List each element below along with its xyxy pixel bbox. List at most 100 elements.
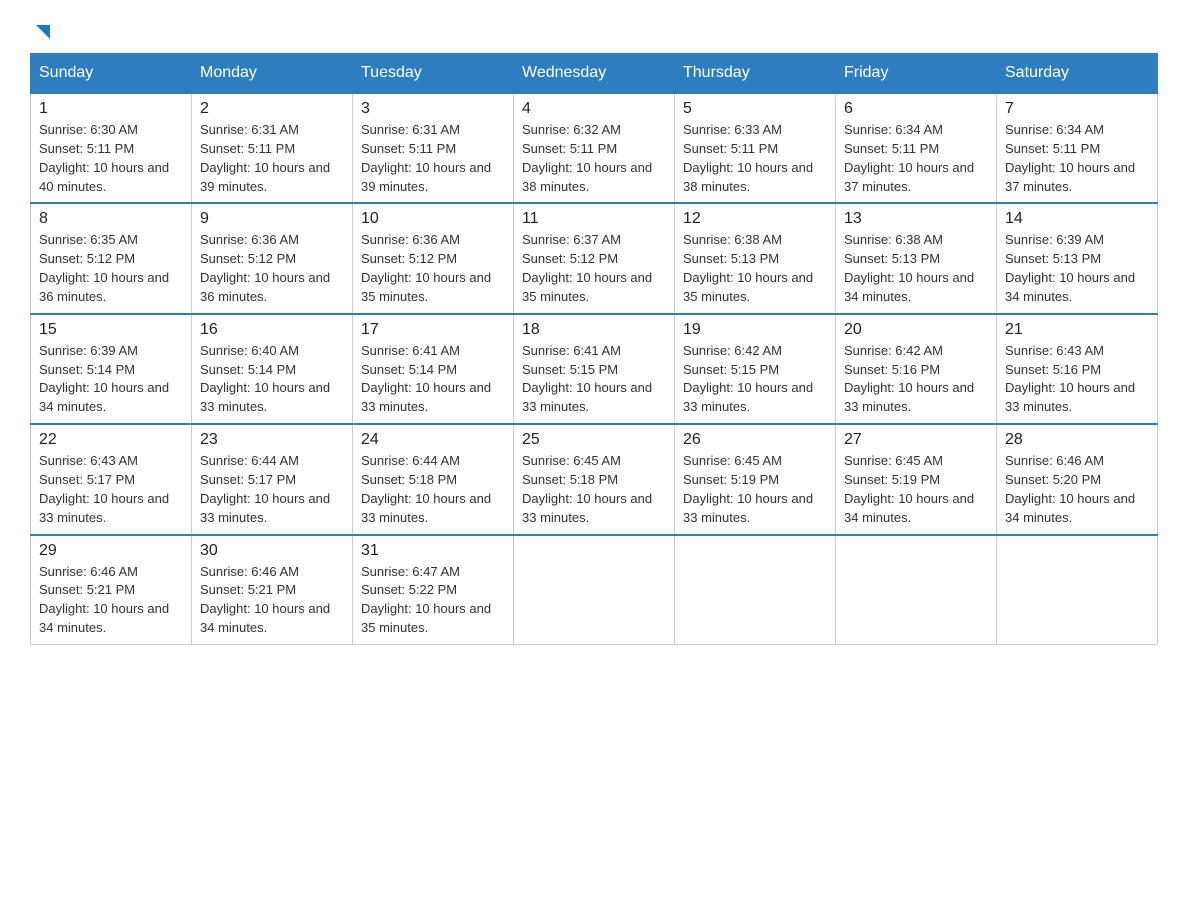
day-info: Sunrise: 6:43 AMSunset: 5:17 PMDaylight:… bbox=[39, 452, 183, 527]
day-info: Sunrise: 6:36 AMSunset: 5:12 PMDaylight:… bbox=[200, 231, 344, 306]
calendar-cell: 18 Sunrise: 6:41 AMSunset: 5:15 PMDaylig… bbox=[514, 314, 675, 424]
day-number: 28 bbox=[1005, 431, 1149, 449]
calendar-table: SundayMondayTuesdayWednesdayThursdayFrid… bbox=[30, 53, 1158, 645]
calendar-cell: 26 Sunrise: 6:45 AMSunset: 5:19 PMDaylig… bbox=[675, 424, 836, 534]
week-row-1: 1 Sunrise: 6:30 AMSunset: 5:11 PMDayligh… bbox=[31, 93, 1158, 203]
day-info: Sunrise: 6:41 AMSunset: 5:14 PMDaylight:… bbox=[361, 342, 505, 417]
calendar-cell: 1 Sunrise: 6:30 AMSunset: 5:11 PMDayligh… bbox=[31, 93, 192, 203]
day-info: Sunrise: 6:44 AMSunset: 5:17 PMDaylight:… bbox=[200, 452, 344, 527]
day-number: 19 bbox=[683, 321, 827, 339]
calendar-cell: 31 Sunrise: 6:47 AMSunset: 5:22 PMDaylig… bbox=[353, 535, 514, 645]
day-number: 23 bbox=[200, 431, 344, 449]
page-header bbox=[30, 20, 1158, 43]
calendar-cell: 11 Sunrise: 6:37 AMSunset: 5:12 PMDaylig… bbox=[514, 203, 675, 313]
day-info: Sunrise: 6:36 AMSunset: 5:12 PMDaylight:… bbox=[361, 231, 505, 306]
calendar-cell: 20 Sunrise: 6:42 AMSunset: 5:16 PMDaylig… bbox=[836, 314, 997, 424]
day-number: 2 bbox=[200, 100, 344, 118]
calendar-cell: 24 Sunrise: 6:44 AMSunset: 5:18 PMDaylig… bbox=[353, 424, 514, 534]
day-number: 24 bbox=[361, 431, 505, 449]
day-number: 6 bbox=[844, 100, 988, 118]
calendar-cell: 5 Sunrise: 6:33 AMSunset: 5:11 PMDayligh… bbox=[675, 93, 836, 203]
day-number: 31 bbox=[361, 542, 505, 560]
header-sunday: Sunday bbox=[31, 54, 192, 94]
day-info: Sunrise: 6:34 AMSunset: 5:11 PMDaylight:… bbox=[1005, 121, 1149, 196]
calendar-cell: 21 Sunrise: 6:43 AMSunset: 5:16 PMDaylig… bbox=[997, 314, 1158, 424]
day-number: 5 bbox=[683, 100, 827, 118]
header-saturday: Saturday bbox=[997, 54, 1158, 94]
calendar-cell: 10 Sunrise: 6:36 AMSunset: 5:12 PMDaylig… bbox=[353, 203, 514, 313]
calendar-cell: 27 Sunrise: 6:45 AMSunset: 5:19 PMDaylig… bbox=[836, 424, 997, 534]
day-number: 26 bbox=[683, 431, 827, 449]
calendar-cell: 15 Sunrise: 6:39 AMSunset: 5:14 PMDaylig… bbox=[31, 314, 192, 424]
day-number: 10 bbox=[361, 210, 505, 228]
day-info: Sunrise: 6:47 AMSunset: 5:22 PMDaylight:… bbox=[361, 563, 505, 638]
day-info: Sunrise: 6:39 AMSunset: 5:14 PMDaylight:… bbox=[39, 342, 183, 417]
day-info: Sunrise: 6:45 AMSunset: 5:19 PMDaylight:… bbox=[844, 452, 988, 527]
day-number: 29 bbox=[39, 542, 183, 560]
day-number: 12 bbox=[683, 210, 827, 228]
calendar-cell bbox=[675, 535, 836, 645]
day-info: Sunrise: 6:46 AMSunset: 5:21 PMDaylight:… bbox=[200, 563, 344, 638]
week-row-5: 29 Sunrise: 6:46 AMSunset: 5:21 PMDaylig… bbox=[31, 535, 1158, 645]
day-number: 7 bbox=[1005, 100, 1149, 118]
week-row-3: 15 Sunrise: 6:39 AMSunset: 5:14 PMDaylig… bbox=[31, 314, 1158, 424]
logo-arrow-icon bbox=[32, 21, 54, 43]
day-info: Sunrise: 6:45 AMSunset: 5:19 PMDaylight:… bbox=[683, 452, 827, 527]
calendar-cell: 23 Sunrise: 6:44 AMSunset: 5:17 PMDaylig… bbox=[192, 424, 353, 534]
day-number: 11 bbox=[522, 210, 666, 228]
calendar-cell: 2 Sunrise: 6:31 AMSunset: 5:11 PMDayligh… bbox=[192, 93, 353, 203]
calendar-cell: 19 Sunrise: 6:42 AMSunset: 5:15 PMDaylig… bbox=[675, 314, 836, 424]
header-thursday: Thursday bbox=[675, 54, 836, 94]
calendar-cell: 29 Sunrise: 6:46 AMSunset: 5:21 PMDaylig… bbox=[31, 535, 192, 645]
day-number: 14 bbox=[1005, 210, 1149, 228]
calendar-cell bbox=[836, 535, 997, 645]
day-info: Sunrise: 6:42 AMSunset: 5:16 PMDaylight:… bbox=[844, 342, 988, 417]
day-info: Sunrise: 6:33 AMSunset: 5:11 PMDaylight:… bbox=[683, 121, 827, 196]
day-info: Sunrise: 6:38 AMSunset: 5:13 PMDaylight:… bbox=[683, 231, 827, 306]
calendar-cell: 12 Sunrise: 6:38 AMSunset: 5:13 PMDaylig… bbox=[675, 203, 836, 313]
day-number: 21 bbox=[1005, 321, 1149, 339]
day-info: Sunrise: 6:44 AMSunset: 5:18 PMDaylight:… bbox=[361, 452, 505, 527]
week-row-2: 8 Sunrise: 6:35 AMSunset: 5:12 PMDayligh… bbox=[31, 203, 1158, 313]
day-number: 1 bbox=[39, 100, 183, 118]
header-tuesday: Tuesday bbox=[353, 54, 514, 94]
day-number: 8 bbox=[39, 210, 183, 228]
day-number: 16 bbox=[200, 321, 344, 339]
day-info: Sunrise: 6:46 AMSunset: 5:20 PMDaylight:… bbox=[1005, 452, 1149, 527]
header-friday: Friday bbox=[836, 54, 997, 94]
calendar-cell: 28 Sunrise: 6:46 AMSunset: 5:20 PMDaylig… bbox=[997, 424, 1158, 534]
day-info: Sunrise: 6:31 AMSunset: 5:11 PMDaylight:… bbox=[361, 121, 505, 196]
calendar-cell bbox=[997, 535, 1158, 645]
day-info: Sunrise: 6:37 AMSunset: 5:12 PMDaylight:… bbox=[522, 231, 666, 306]
calendar-header-row: SundayMondayTuesdayWednesdayThursdayFrid… bbox=[31, 54, 1158, 94]
calendar-cell: 6 Sunrise: 6:34 AMSunset: 5:11 PMDayligh… bbox=[836, 93, 997, 203]
calendar-cell: 7 Sunrise: 6:34 AMSunset: 5:11 PMDayligh… bbox=[997, 93, 1158, 203]
day-number: 25 bbox=[522, 431, 666, 449]
day-info: Sunrise: 6:30 AMSunset: 5:11 PMDaylight:… bbox=[39, 121, 183, 196]
calendar-cell: 9 Sunrise: 6:36 AMSunset: 5:12 PMDayligh… bbox=[192, 203, 353, 313]
header-monday: Monday bbox=[192, 54, 353, 94]
day-number: 17 bbox=[361, 321, 505, 339]
day-info: Sunrise: 6:32 AMSunset: 5:11 PMDaylight:… bbox=[522, 121, 666, 196]
day-info: Sunrise: 6:38 AMSunset: 5:13 PMDaylight:… bbox=[844, 231, 988, 306]
calendar-cell: 17 Sunrise: 6:41 AMSunset: 5:14 PMDaylig… bbox=[353, 314, 514, 424]
day-info: Sunrise: 6:39 AMSunset: 5:13 PMDaylight:… bbox=[1005, 231, 1149, 306]
calendar-cell: 13 Sunrise: 6:38 AMSunset: 5:13 PMDaylig… bbox=[836, 203, 997, 313]
day-info: Sunrise: 6:41 AMSunset: 5:15 PMDaylight:… bbox=[522, 342, 666, 417]
day-number: 22 bbox=[39, 431, 183, 449]
day-info: Sunrise: 6:45 AMSunset: 5:18 PMDaylight:… bbox=[522, 452, 666, 527]
calendar-cell: 30 Sunrise: 6:46 AMSunset: 5:21 PMDaylig… bbox=[192, 535, 353, 645]
logo bbox=[30, 20, 54, 43]
day-info: Sunrise: 6:31 AMSunset: 5:11 PMDaylight:… bbox=[200, 121, 344, 196]
week-row-4: 22 Sunrise: 6:43 AMSunset: 5:17 PMDaylig… bbox=[31, 424, 1158, 534]
day-number: 3 bbox=[361, 100, 505, 118]
day-number: 30 bbox=[200, 542, 344, 560]
calendar-cell: 8 Sunrise: 6:35 AMSunset: 5:12 PMDayligh… bbox=[31, 203, 192, 313]
calendar-cell: 16 Sunrise: 6:40 AMSunset: 5:14 PMDaylig… bbox=[192, 314, 353, 424]
day-info: Sunrise: 6:35 AMSunset: 5:12 PMDaylight:… bbox=[39, 231, 183, 306]
day-info: Sunrise: 6:34 AMSunset: 5:11 PMDaylight:… bbox=[844, 121, 988, 196]
day-number: 15 bbox=[39, 321, 183, 339]
day-number: 27 bbox=[844, 431, 988, 449]
header-wednesday: Wednesday bbox=[514, 54, 675, 94]
calendar-cell: 14 Sunrise: 6:39 AMSunset: 5:13 PMDaylig… bbox=[997, 203, 1158, 313]
